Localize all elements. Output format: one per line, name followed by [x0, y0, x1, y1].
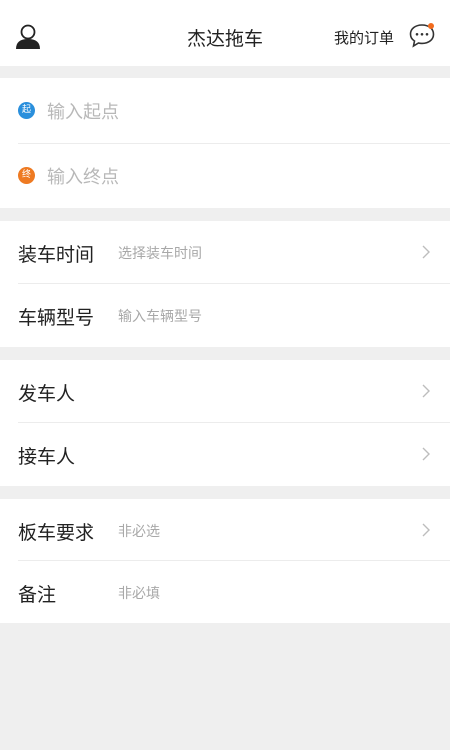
start-badge-icon: 起	[18, 102, 35, 119]
notification-dot	[428, 23, 434, 29]
remarks-label: 备注	[18, 584, 57, 606]
loading-info-group: 装车时间 选择装车时间 车辆型号 输入车辆型号	[0, 221, 450, 347]
sender-row[interactable]: 发车人	[0, 360, 450, 422]
chevron-right-icon	[422, 245, 430, 259]
end-badge-icon: 终	[18, 167, 35, 184]
app-header: 杰达拖车 我的订单	[0, 0, 450, 66]
receiver-label: 接车人	[18, 446, 76, 468]
user-avatar-icon[interactable]	[14, 22, 42, 50]
remarks-input[interactable]: 非必填	[118, 583, 160, 603]
contacts-group: 发车人 接车人	[0, 360, 450, 486]
vehicle-model-label: 车辆型号	[18, 307, 95, 329]
route-card: 起 输入起点 终 输入终点	[0, 78, 450, 208]
receiver-row[interactable]: 接车人	[0, 423, 450, 485]
chevron-right-icon	[422, 523, 430, 537]
remarks-row[interactable]: 备注 非必填	[0, 561, 450, 623]
chevron-right-icon	[422, 384, 430, 398]
trailer-requirement-label: 板车要求	[18, 522, 95, 544]
my-orders-link[interactable]: 我的订单	[334, 27, 394, 48]
sender-label: 发车人	[18, 383, 76, 405]
chevron-right-icon	[422, 447, 430, 461]
extra-info-group: 板车要求 非必选 备注 非必填	[0, 499, 450, 623]
trailer-requirement-row[interactable]: 板车要求 非必选	[0, 499, 450, 561]
end-point-row[interactable]: 终 输入终点	[0, 143, 450, 208]
loading-time-label: 装车时间	[18, 244, 95, 266]
loading-time-select[interactable]: 选择装车时间	[118, 243, 202, 263]
vehicle-model-input[interactable]: 输入车辆型号	[118, 306, 202, 326]
message-icon[interactable]	[408, 22, 436, 48]
start-point-row[interactable]: 起 输入起点	[0, 78, 450, 143]
trailer-requirement-select[interactable]: 非必选	[118, 521, 160, 541]
end-point-input[interactable]: 输入终点	[47, 163, 119, 189]
loading-time-row[interactable]: 装车时间 选择装车时间	[0, 221, 450, 283]
start-point-input[interactable]: 输入起点	[47, 98, 119, 124]
vehicle-model-row[interactable]: 车辆型号 输入车辆型号	[0, 284, 450, 346]
